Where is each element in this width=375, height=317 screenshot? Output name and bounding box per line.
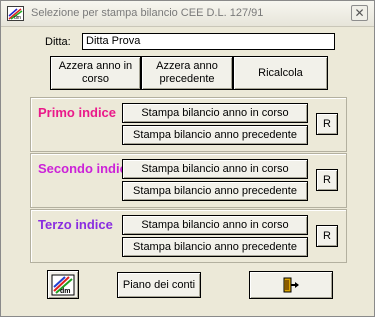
- stampa-anno-precedente-label: Stampa bilancio anno precedente: [133, 240, 297, 253]
- azzera-anno-corso-button[interactable]: Azzera anno in corso: [50, 56, 141, 90]
- piano-dei-conti-label: Piano dei conti: [122, 278, 196, 291]
- reset-button[interactable]: R: [316, 113, 338, 135]
- azzera-anno-corso-label: Azzera anno in corso: [58, 60, 133, 85]
- svg-text:dm: dm: [60, 288, 71, 295]
- stampa-anno-precedente-button[interactable]: Stampa bilancio anno precedente: [122, 181, 308, 201]
- title-bar: dm Selezione per stampa bilancio CEE D.L…: [1, 1, 374, 27]
- close-button[interactable]: ✕: [351, 5, 368, 21]
- chart-button[interactable]: dm: [47, 270, 79, 299]
- ricalcola-label: Ricalcola: [258, 66, 303, 79]
- group-title: Primo indice: [38, 105, 117, 120]
- stampa-anno-corso-button[interactable]: Stampa bilancio anno in corso: [122, 159, 308, 179]
- group-secondo-indice: Secondo indice Stampa bilancio anno in c…: [30, 153, 347, 208]
- group-title: Secondo indice: [38, 161, 135, 176]
- window-title: Selezione per stampa bilancio CEE D.L. 1…: [31, 7, 264, 19]
- stampa-anno-corso-button[interactable]: Stampa bilancio anno in corso: [122, 103, 308, 123]
- stampa-anno-corso-label: Stampa bilancio anno in corso: [141, 218, 289, 231]
- dialog-window: dm Selezione per stampa bilancio CEE D.L…: [0, 0, 375, 317]
- reset-button[interactable]: R: [316, 169, 338, 191]
- app-icon: dm: [7, 6, 24, 21]
- stampa-anno-precedente-button[interactable]: Stampa bilancio anno precedente: [122, 125, 308, 145]
- stampa-anno-precedente-button[interactable]: Stampa bilancio anno precedente: [122, 237, 308, 257]
- group-title: Terzo indice: [38, 217, 113, 232]
- piano-dei-conti-button[interactable]: Piano dei conti: [117, 272, 201, 298]
- ditta-field[interactable]: Ditta Prova: [82, 33, 335, 50]
- reset-label: R: [323, 229, 331, 242]
- group-terzo-indice: Terzo indice Stampa bilancio anno in cor…: [30, 209, 347, 263]
- chart-icon: dm: [51, 274, 75, 296]
- svg-text:dm: dm: [14, 15, 21, 20]
- azzera-anno-precedente-button[interactable]: Azzera anno precedente: [141, 56, 233, 90]
- ditta-label: Ditta:: [45, 36, 71, 48]
- ricalcola-button[interactable]: Ricalcola: [233, 56, 328, 90]
- exit-door-icon: [282, 277, 300, 293]
- close-icon: ✕: [354, 6, 365, 20]
- azzera-anno-precedente-label: Azzera anno precedente: [156, 60, 218, 85]
- stampa-anno-corso-label: Stampa bilancio anno in corso: [141, 106, 289, 119]
- reset-label: R: [323, 117, 331, 130]
- stampa-anno-corso-label: Stampa bilancio anno in corso: [141, 162, 289, 175]
- stampa-anno-corso-button[interactable]: Stampa bilancio anno in corso: [122, 215, 308, 235]
- group-primo-indice: Primo indice Stampa bilancio anno in cor…: [30, 97, 347, 152]
- stampa-anno-precedente-label: Stampa bilancio anno precedente: [133, 128, 297, 141]
- reset-button[interactable]: R: [316, 225, 338, 247]
- exit-button[interactable]: [249, 271, 333, 299]
- stampa-anno-precedente-label: Stampa bilancio anno precedente: [133, 184, 297, 197]
- reset-label: R: [323, 173, 331, 186]
